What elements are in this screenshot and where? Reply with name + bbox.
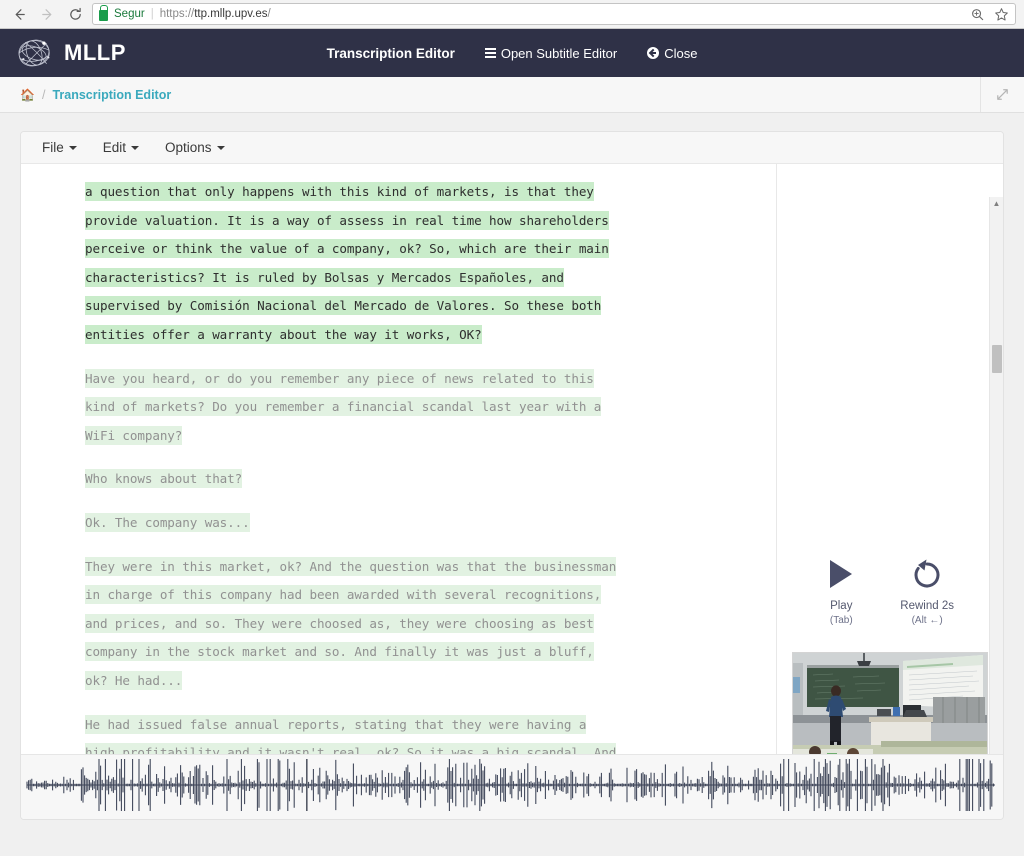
close-circle-icon bbox=[647, 47, 660, 59]
chevron-down-icon bbox=[216, 145, 225, 150]
browser-toolbar: Segur | https://ttp.mllp.upv.es/ bbox=[0, 0, 1024, 29]
rewind-shortcut: (Alt ←) bbox=[911, 615, 943, 626]
chevron-down-icon bbox=[68, 145, 77, 150]
breadcrumb-current[interactable]: Transcription Editor bbox=[52, 88, 171, 102]
address-bar[interactable]: Segur | https://ttp.mllp.upv.es/ bbox=[92, 3, 1016, 25]
waveform-playhead[interactable] bbox=[306, 759, 308, 811]
open-subtitle-editor-link[interactable]: Open Subtitle Editor bbox=[484, 45, 618, 61]
rewind-icon bbox=[911, 556, 943, 592]
transcript-line[interactable]: kind of markets? Do you remember a finan… bbox=[85, 397, 601, 417]
network-globe-icon bbox=[18, 39, 50, 67]
url-text: https://ttp.mllp.upv.es/ bbox=[159, 8, 271, 20]
lecture-video-thumbnail[interactable] bbox=[792, 652, 989, 762]
search-icon[interactable] bbox=[970, 7, 985, 22]
scroll-up-arrow[interactable]: ▲ bbox=[990, 197, 1003, 210]
editor-menubar: File Edit Options bbox=[21, 132, 1003, 164]
transcript-line[interactable]: entities offer a warranty about the way … bbox=[85, 324, 482, 344]
close-link[interactable]: Close bbox=[647, 46, 697, 61]
transcript-text-area[interactable]: a question that only happens with this k… bbox=[21, 164, 778, 788]
star-icon[interactable] bbox=[994, 7, 1009, 22]
transcript-line[interactable]: company in the stock market and so. And … bbox=[85, 642, 594, 662]
menu-edit[interactable]: Edit bbox=[90, 134, 152, 161]
menu-options[interactable]: Options bbox=[152, 134, 238, 161]
reload-icon bbox=[69, 7, 81, 20]
breadcrumb: 🏠 / Transcription Editor bbox=[0, 77, 1024, 113]
url-separator: | bbox=[150, 8, 154, 20]
media-side-panel: Play (Tab) Rewind 2s (Alt ←) bbox=[777, 164, 1003, 788]
rewind-button[interactable]: Rewind 2s (Alt ←) bbox=[900, 556, 954, 626]
transcript-line[interactable]: provide valuation. It is a way of assess… bbox=[85, 210, 609, 230]
brand-name: MLLP bbox=[64, 40, 126, 65]
transcript-line[interactable]: characteristics? It is ruled by Bolsas y… bbox=[85, 267, 564, 287]
play-button[interactable]: Play (Tab) bbox=[826, 556, 856, 626]
menu-edit-label: Edit bbox=[102, 140, 127, 155]
menu-file-label: File bbox=[42, 140, 64, 155]
transcript-line[interactable]: Ok. The company was... bbox=[85, 512, 250, 532]
navbar-center: Transcription Editor Open Subtitle Edito… bbox=[0, 46, 1024, 61]
breadcrumb-separator: / bbox=[41, 87, 46, 102]
audio-waveform[interactable] bbox=[21, 754, 1003, 819]
chevron-down-icon bbox=[131, 145, 140, 150]
transcript-paragraph[interactable]: Who knows about that? bbox=[85, 465, 750, 494]
security-label: Segur bbox=[114, 8, 145, 20]
transcript-line[interactable]: a question that only happens with this k… bbox=[85, 182, 594, 201]
play-shortcut: (Tab) bbox=[829, 615, 853, 626]
transcript-paragraph[interactable]: Have you heard, or do you remember any p… bbox=[85, 365, 750, 451]
close-label: Close bbox=[664, 45, 698, 61]
transcription-editor-card: File Edit Options a question that only h… bbox=[20, 131, 1004, 820]
video-frame bbox=[793, 653, 988, 761]
menu-options-label: Options bbox=[165, 140, 212, 155]
transcript-line[interactable]: perceive or think the value of a company… bbox=[85, 239, 609, 259]
expand-icon-glyph bbox=[997, 89, 1008, 100]
rewind-label: Rewind 2s bbox=[900, 600, 954, 612]
back-button[interactable] bbox=[8, 3, 30, 25]
transcript-line[interactable]: in charge of this company had been award… bbox=[85, 585, 601, 605]
expand-arrows-icon[interactable] bbox=[980, 77, 1024, 112]
content-scrollbar[interactable]: ▲ ▼ bbox=[989, 197, 1003, 819]
scrollbar-thumb[interactable] bbox=[992, 345, 1002, 373]
transcript-line[interactable]: He had issued false annual reports, stat… bbox=[85, 714, 586, 734]
player-controls: Play (Tab) Rewind 2s (Alt ←) bbox=[777, 556, 1003, 626]
editor-body: a question that only happens with this k… bbox=[21, 164, 1003, 819]
transcript-paragraph[interactable]: a question that only happens with this k… bbox=[85, 178, 750, 350]
home-icon[interactable]: 🏠 bbox=[20, 88, 35, 102]
transcript-line[interactable]: WiFi company? bbox=[85, 425, 182, 445]
waveform-canvas bbox=[26, 759, 995, 811]
forward-button[interactable] bbox=[36, 3, 58, 25]
list-icon bbox=[484, 48, 496, 58]
addressbar-actions bbox=[970, 7, 1009, 22]
lock-icon bbox=[99, 4, 108, 21]
page-title: Transcription Editor bbox=[326, 45, 455, 61]
transcript-line[interactable]: and prices, and so. They were choosed as… bbox=[85, 613, 594, 633]
transcript-line[interactable]: Who knows about that? bbox=[85, 469, 242, 489]
arrow-right-icon bbox=[41, 8, 51, 20]
transcript-line[interactable]: Have you heard, or do you remember any p… bbox=[85, 368, 594, 388]
brand-logo[interactable]: MLLP bbox=[14, 36, 126, 70]
play-label: Play bbox=[830, 600, 853, 612]
transcript-line[interactable]: ok? He had... bbox=[85, 670, 182, 690]
transcript-paragraph[interactable]: Ok. The company was... bbox=[85, 509, 750, 538]
transcript-line[interactable]: supervised by Comisión Nacional del Merc… bbox=[85, 296, 601, 316]
open-subtitle-editor-label: Open Subtitle Editor bbox=[500, 45, 618, 61]
transcript-line[interactable]: They were in this market, ok? And the qu… bbox=[85, 556, 616, 576]
play-icon bbox=[826, 556, 856, 592]
transcript-paragraph[interactable]: They were in this market, ok? And the qu… bbox=[85, 553, 750, 696]
arrow-left-icon bbox=[15, 8, 25, 20]
app-navbar: MLLP Transcription Editor Open Subtitle … bbox=[0, 29, 1024, 77]
menu-file[interactable]: File bbox=[29, 134, 90, 161]
reload-button[interactable] bbox=[64, 3, 86, 25]
